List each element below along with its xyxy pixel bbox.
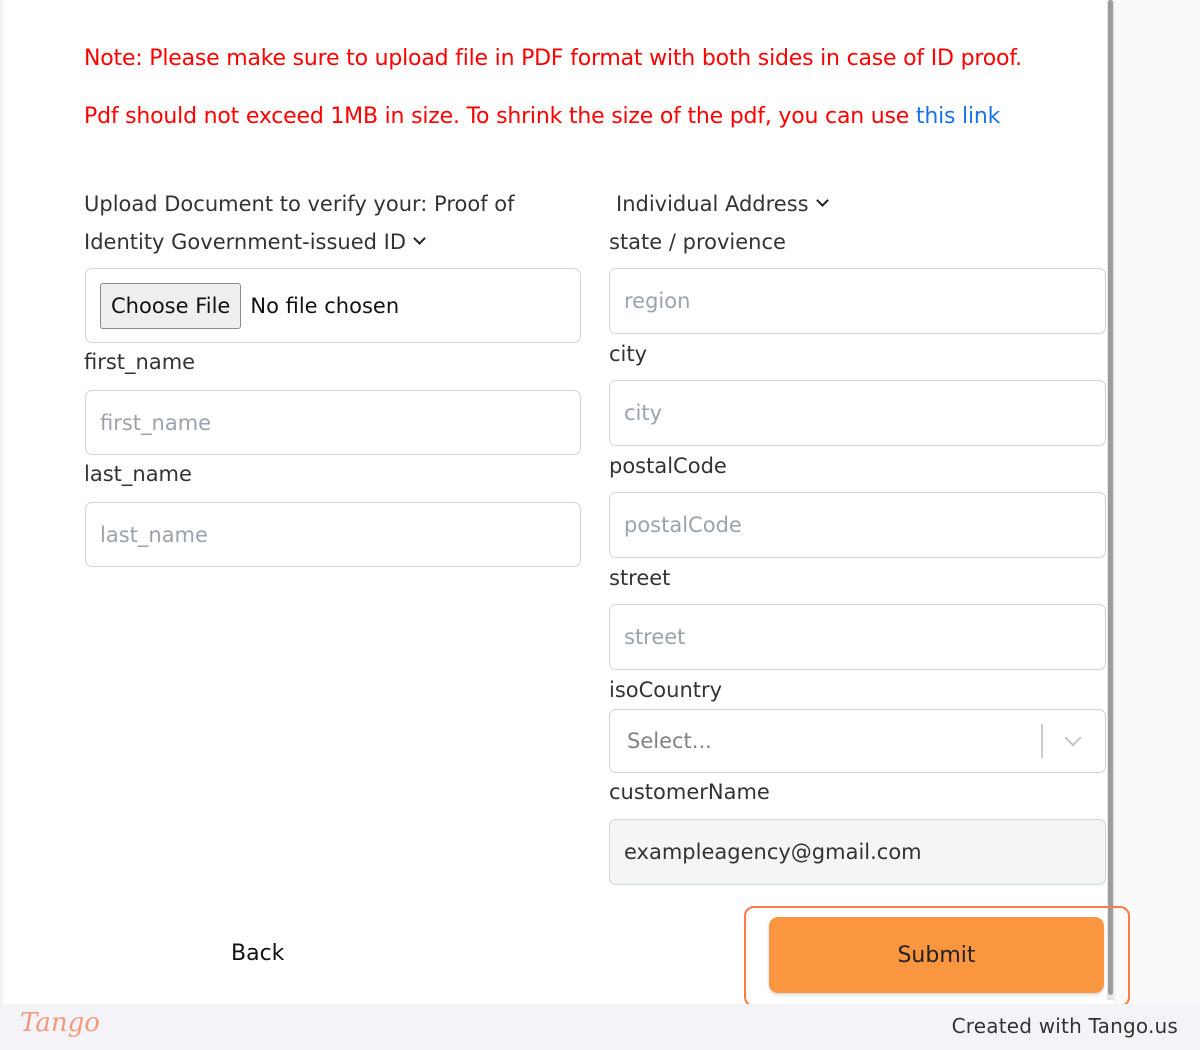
- tango-logo: Tango: [20, 1008, 100, 1038]
- last-name-placeholder: last_name: [100, 522, 208, 547]
- address-type-label: Individual Address: [616, 192, 809, 216]
- postal-code-placeholder: postalCode: [624, 513, 742, 537]
- document-type-label: Identity Government-issued ID: [84, 230, 407, 254]
- city-input[interactable]: city: [609, 380, 1106, 446]
- street-input[interactable]: street: [609, 604, 1106, 670]
- iso-country-select[interactable]: Select...: [609, 709, 1106, 773]
- document-label-line1: Upload Document to verify your: Proof of: [84, 192, 515, 216]
- pdf-size-note-text: Pdf should not exceed 1MB in size. To sh…: [84, 104, 916, 129]
- state-label: state / provience: [609, 230, 786, 254]
- left-edge: [0, 0, 3, 1004]
- file-status-text: No file chosen: [250, 293, 400, 318]
- customer-name-label: customerName: [609, 780, 770, 804]
- select-separator: [1041, 724, 1043, 758]
- chevron-down-icon: [413, 232, 426, 245]
- shrink-pdf-link[interactable]: this link: [916, 104, 1000, 129]
- created-with-text: Created with Tango.us: [951, 1014, 1178, 1038]
- customer-name-input[interactable]: exampleagency@gmail.com: [609, 819, 1106, 885]
- city-placeholder: city: [624, 401, 663, 425]
- postal-code-label: postalCode: [609, 454, 727, 478]
- state-placeholder: region: [624, 289, 691, 313]
- pdf-size-note: Pdf should not exceed 1MB in size. To sh…: [84, 104, 1000, 129]
- customer-name-value: exampleagency@gmail.com: [624, 840, 922, 864]
- street-label: street: [609, 566, 671, 590]
- scrollbar-thumb[interactable]: [1108, 0, 1113, 995]
- state-input[interactable]: region: [609, 268, 1106, 334]
- chevron-down-icon: [815, 194, 829, 207]
- street-placeholder: street: [624, 625, 686, 649]
- first-name-placeholder: first_name: [100, 410, 212, 435]
- last-name-input[interactable]: last_name: [85, 502, 581, 567]
- choose-file-button[interactable]: Choose File: [100, 282, 242, 329]
- back-button[interactable]: Back: [231, 941, 284, 966]
- submit-button[interactable]: Submit: [769, 917, 1104, 993]
- first-name-input[interactable]: first_name: [85, 390, 581, 455]
- iso-country-placeholder: Select...: [627, 729, 712, 753]
- pdf-format-note: Note: Please make sure to upload file in…: [84, 46, 1022, 71]
- right-gutter: [1114, 0, 1200, 1004]
- document-type-dropdown[interactable]: Identity Government-issued ID: [84, 230, 426, 254]
- first-name-label: first_name: [84, 350, 196, 374]
- iso-country-label: isoCountry: [609, 678, 723, 702]
- document-file-input[interactable]: Choose File No file chosen: [85, 268, 581, 343]
- postal-code-input[interactable]: postalCode: [609, 492, 1106, 558]
- last-name-label: last_name: [84, 462, 192, 486]
- address-type-dropdown[interactable]: Individual Address: [616, 192, 829, 216]
- city-label: city: [609, 342, 648, 366]
